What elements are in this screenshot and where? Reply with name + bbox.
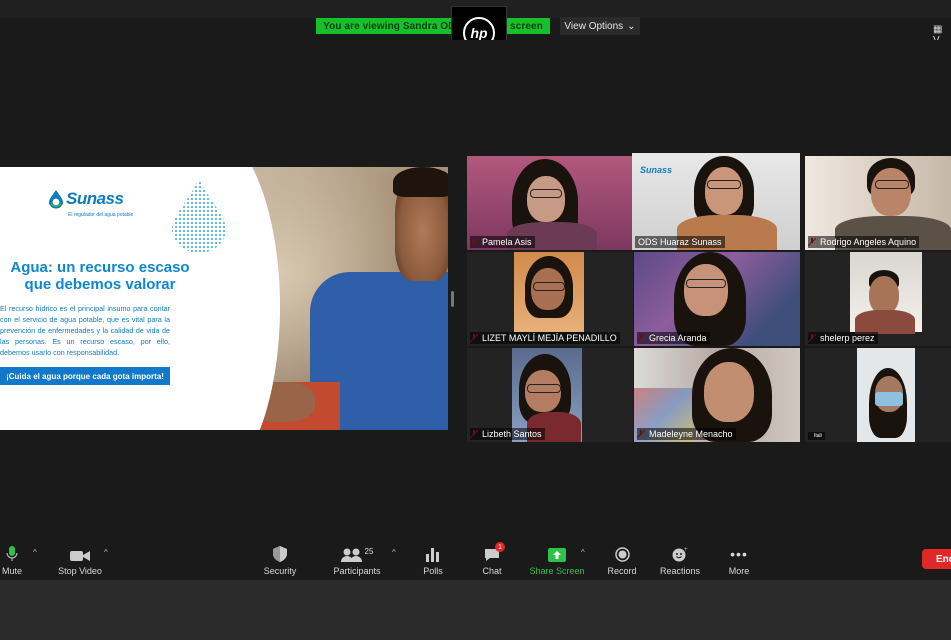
participant-tile[interactable]: Pamela Asis	[467, 156, 633, 250]
mute-label: Mute	[1, 566, 22, 576]
share-screen-icon	[548, 548, 566, 562]
participant-name: Itali	[808, 432, 825, 440]
participant-tile-active-speaker[interactable]: Sunass ODS Huaraz Sunass	[632, 153, 800, 250]
chat-unread-badge: 1	[495, 542, 505, 552]
microphone-icon	[6, 546, 18, 561]
slide-cta: ¡Cuida el agua porque cada gota importa!	[0, 367, 170, 385]
shield-icon	[273, 546, 287, 562]
more-button[interactable]: ••• More	[726, 544, 752, 576]
ellipsis-icon: •••	[730, 546, 748, 562]
security-button[interactable]: Security	[262, 544, 298, 576]
view-options-button[interactable]: View Options ⌄	[560, 17, 640, 35]
participant-tile[interactable]: Madeleyne Menacho	[634, 348, 800, 442]
shared-screen: Sunass El regulador del agua potable Agu…	[0, 167, 448, 430]
stop-video-button[interactable]: Stop Video	[58, 544, 102, 576]
participant-name: Pamela Asis	[470, 236, 535, 248]
viewing-banner: You are viewing Sandra ODS Huaraz's scre…	[316, 18, 550, 34]
split-drag-handle[interactable]	[451, 291, 454, 307]
participant-tile[interactable]: Rodrigo Angeles Aquino	[805, 156, 951, 250]
participant-name: ODS Huaraz Sunass	[635, 236, 725, 248]
smiley-icon: +	[672, 547, 688, 562]
stop-video-label: Stop Video	[58, 566, 102, 576]
tile-logo: Sunass	[640, 165, 673, 175]
participant-tile[interactable]: Grecia Aranda	[634, 252, 800, 346]
bottom-bar	[0, 580, 951, 640]
participant-tile[interactable]: shelerp perez	[805, 252, 951, 346]
mute-button[interactable]: Mute	[0, 544, 24, 576]
slide-title-line2: que debemos valorar	[24, 276, 176, 293]
share-screen-button[interactable]: Share Screen	[529, 544, 585, 576]
chevron-up-icon[interactable]: ^	[104, 548, 108, 557]
slide-title: Agua: un recurso escaso que debemos valo…	[0, 259, 200, 293]
participants-button[interactable]: 25 Participants	[332, 544, 382, 576]
participant-tile[interactable]: LIZET MAYLÍ MEJÍA PENADILLO	[467, 252, 633, 346]
sunass-logo-text: Sunass	[66, 189, 124, 208]
more-label: More	[728, 566, 750, 576]
reactions-button[interactable]: + Reactions	[660, 544, 700, 576]
chevron-down-icon: ⌄	[627, 20, 636, 32]
participants-label: Participants	[333, 566, 381, 576]
security-label: Security	[263, 566, 297, 576]
participant-name: Lizbeth Santos	[470, 428, 545, 440]
participant-name: Rodrigo Angeles Aquino	[808, 236, 920, 248]
logo-subtitle: El regulador del agua potable	[68, 212, 134, 218]
chevron-up-icon[interactable]: ^	[392, 548, 396, 557]
participant-name: shelerp perez	[808, 332, 878, 344]
chevron-up-icon[interactable]: ^	[33, 548, 37, 557]
sunass-drop-icon	[49, 190, 63, 209]
water-drop-icon	[172, 179, 226, 253]
participant-tile[interactable]: Itali	[805, 348, 951, 442]
record-icon	[614, 547, 630, 562]
share-screen-label: Share Screen	[529, 566, 585, 576]
end-meeting-button[interactable]: End	[922, 549, 951, 569]
polls-button[interactable]: Polls	[420, 544, 446, 576]
video-camera-icon	[70, 551, 90, 561]
participant-name: Grecia Aranda	[637, 332, 710, 344]
record-label: Record	[607, 566, 637, 576]
meeting-toolbar	[0, 540, 951, 580]
view-options-label: View Options	[564, 20, 624, 32]
participant-tile[interactable]: Lizbeth Santos	[467, 348, 633, 442]
participant-name: Madeleyne Menacho	[637, 428, 736, 440]
bar-chart-icon	[426, 548, 439, 562]
chevron-up-icon[interactable]: ^	[581, 548, 585, 557]
svg-text:+: +	[684, 547, 688, 553]
participants-count: 25	[364, 547, 374, 556]
slide-title-line1: Agua: un recurso escaso	[10, 259, 190, 276]
polls-label: Polls	[423, 566, 443, 576]
sunass-logo: Sunass	[48, 189, 124, 209]
participant-name: LIZET MAYLÍ MEJÍA PENADILLO	[470, 332, 620, 344]
record-button[interactable]: Record	[606, 544, 638, 576]
people-icon	[340, 548, 362, 562]
chat-label: Chat	[482, 566, 502, 576]
slide-body: El recurso hídrico es el principal insum…	[0, 304, 170, 357]
reactions-label: Reactions	[659, 566, 701, 576]
